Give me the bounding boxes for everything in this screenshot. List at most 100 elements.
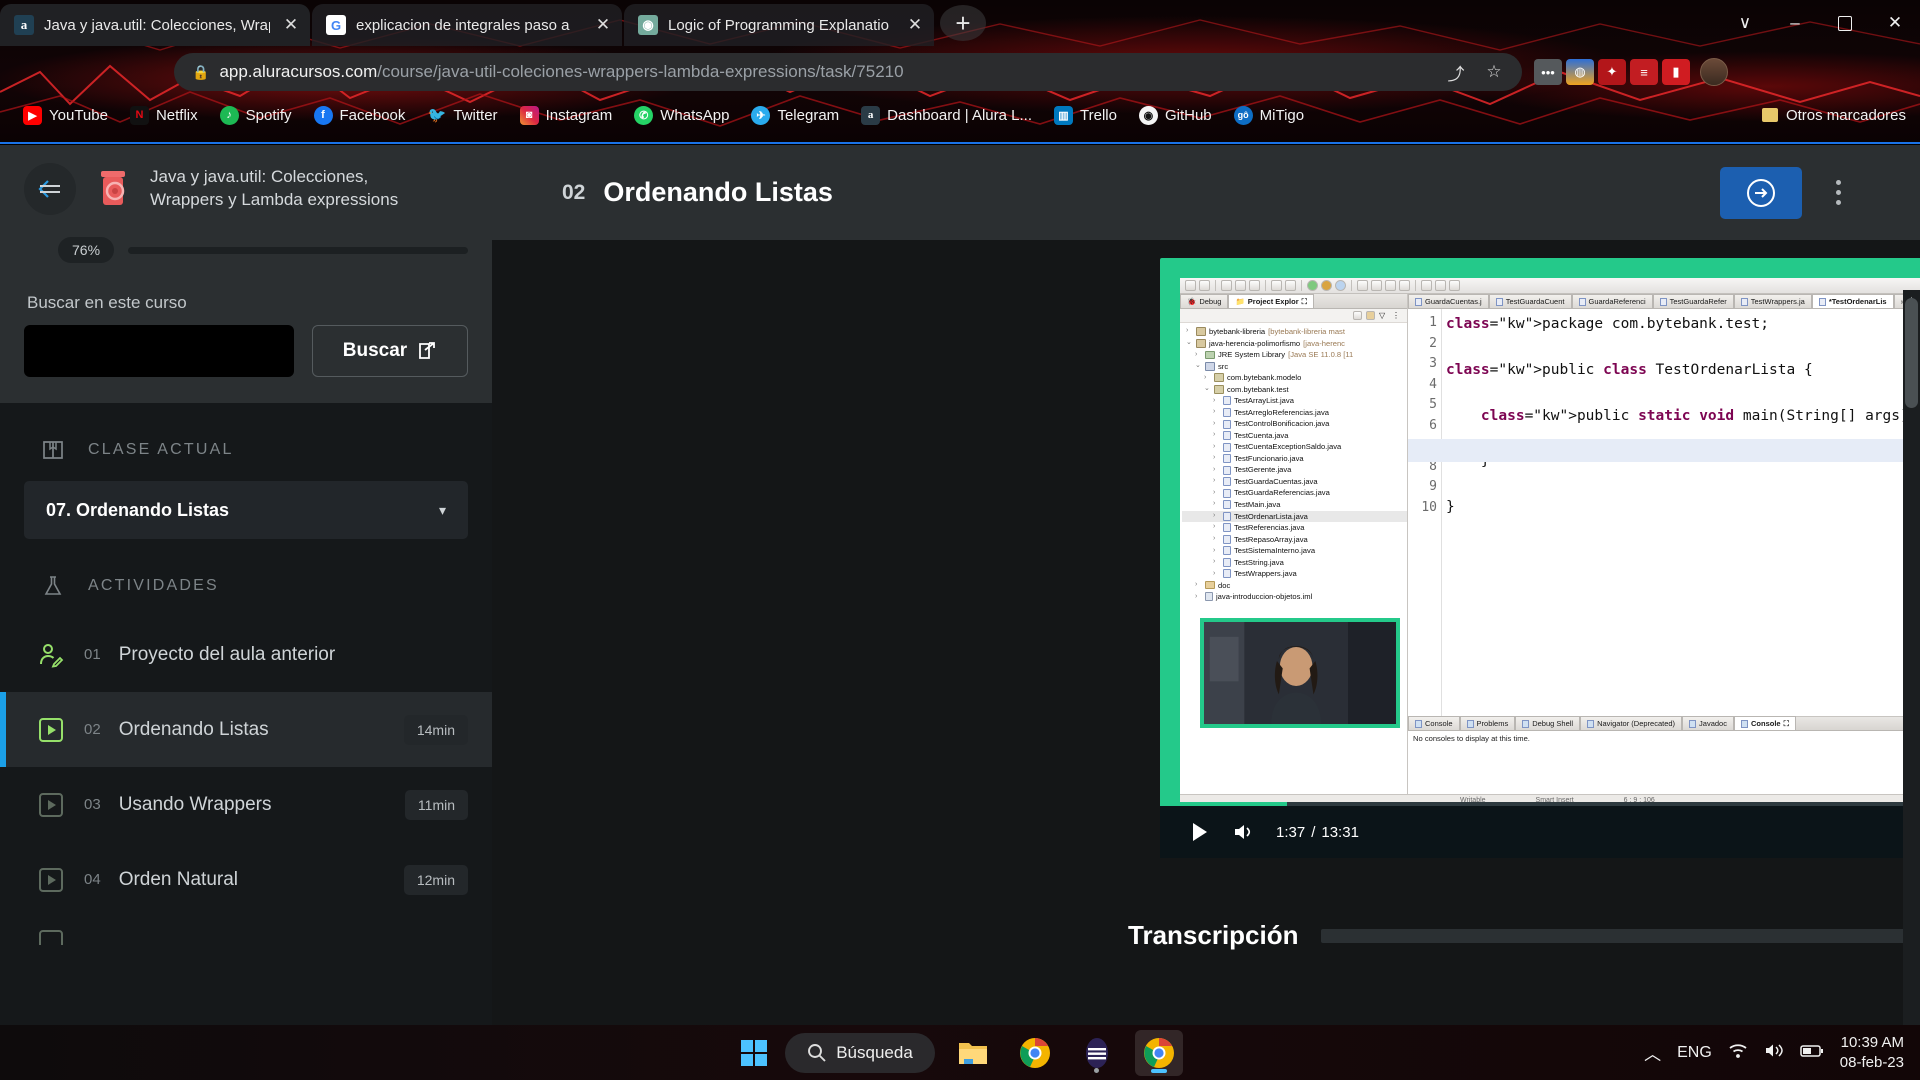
bookmark-spotify[interactable]: ♪ Spotify: [211, 103, 301, 128]
browser-tab-3[interactable]: ◉ Logic of Programming Explanatio ✕: [624, 4, 934, 46]
kebab-menu-icon[interactable]: [1816, 180, 1860, 205]
bookmark-alura-dashboard[interactable]: a Dashboard | Alura L...: [852, 103, 1041, 128]
close-icon[interactable]: ✕: [904, 15, 926, 35]
close-icon[interactable]: ✕: [280, 15, 302, 35]
tree-node[interactable]: › TestOrdenarLista.java: [1182, 510, 1407, 523]
tree-node[interactable]: › com.bytebank.modelo: [1182, 372, 1407, 384]
tree-node[interactable]: › TestControlBonificacion.java: [1182, 418, 1407, 430]
tree-node[interactable]: › TestSistemaInterno.java: [1182, 545, 1407, 557]
tree-node[interactable]: › TestCuenta.java: [1182, 430, 1407, 442]
console-tab[interactable]: Navigator (Deprecated): [1580, 716, 1683, 730]
tree-node[interactable]: › TestGuardaCuentas.java: [1182, 476, 1407, 488]
chevron-up-icon[interactable]: ︿: [1644, 1040, 1661, 1065]
tree-node[interactable]: › TestArrayList.java: [1182, 395, 1407, 407]
close-window-button[interactable]: ✕: [1870, 0, 1920, 46]
source-code[interactable]: class="kw">package com.bytebank.test; cl…: [1442, 309, 1920, 716]
editor-tab[interactable]: GuardaReferenci: [1571, 294, 1653, 308]
sidebar-item-usando-wrappers[interactable]: 03 Usando Wrappers 11min: [0, 767, 492, 842]
maximize-button[interactable]: [1820, 0, 1870, 46]
editor-tab[interactable]: GuardaCuentas.j: [1408, 294, 1489, 308]
taskbar-file-explorer[interactable]: [949, 1030, 997, 1076]
tree-node[interactable]: › TestFuncionario.java: [1182, 453, 1407, 465]
speaker-icon[interactable]: [1764, 1042, 1784, 1064]
next-lesson-button[interactable]: [1720, 166, 1802, 219]
tree-node[interactable]: › TestGerente.java: [1182, 464, 1407, 476]
tree-node[interactable]: › JRE System Library [Java SE 11.0.8 [11: [1182, 349, 1407, 361]
tree-node[interactable]: › TestArregloReferencias.java: [1182, 407, 1407, 419]
taskbar-eclipse[interactable]: [1073, 1030, 1121, 1076]
taskbar-clock[interactable]: 10:39 AM 08-feb-23: [1840, 1033, 1904, 1073]
editor-tab[interactable]: TestWrappers.ja: [1733, 294, 1812, 308]
profile-avatar[interactable]: [1700, 58, 1728, 86]
share-icon[interactable]: ⤴: [1442, 60, 1470, 85]
editor-tabs[interactable]: GuardaCuentas.j TestGuardaCuent GuardaRefe…: [1408, 294, 1920, 309]
project-tree[interactable]: › bytebank-libreria [bytebank-libreria ma…: [1180, 323, 1407, 806]
tree-node[interactable]: ⌄ java-herencia-polimorfismo [java-herenc: [1182, 338, 1407, 350]
star-icon[interactable]: ☆: [1480, 62, 1508, 82]
page-scrollbar[interactable]: ▲ ▼: [1903, 290, 1920, 1080]
search-input[interactable]: [24, 325, 294, 377]
extension-red-icon[interactable]: ✦: [1598, 59, 1626, 85]
editor-tab[interactable]: *TestOrdenarLis: [1811, 294, 1894, 308]
scrollbar-thumb[interactable]: [1905, 298, 1918, 408]
tree-node[interactable]: › TestString.java: [1182, 557, 1407, 569]
browser-tab-2[interactable]: G explicacion de integrales paso a ✕: [312, 4, 622, 46]
extension-list-icon[interactable]: ≡: [1630, 59, 1658, 85]
extension-book-icon[interactable]: ▮: [1662, 59, 1690, 85]
seek-bar[interactable]: [1160, 802, 1920, 806]
tree-node[interactable]: › TestReferencias.java: [1182, 522, 1407, 534]
extension-grey-icon[interactable]: •••: [1534, 59, 1562, 85]
bookmark-whatsapp[interactable]: ✆ WhatsApp: [625, 103, 738, 128]
console-tabs[interactable]: Console Problems Debug Shell Navigator (Dep…: [1408, 716, 1920, 731]
taskbar-search[interactable]: Búsqueda: [785, 1032, 935, 1073]
sidebar-item-proyecto-aula-anterior[interactable]: 01 Proyecto del aula anterior: [0, 617, 492, 692]
console-tab[interactable]: Debug Shell: [1515, 716, 1581, 730]
tree-node[interactable]: › bytebank-libreria [bytebank-libreria ma…: [1182, 326, 1407, 338]
console-tab[interactable]: Console ⛶: [1733, 716, 1796, 730]
code-editor[interactable]: 12345678910 class="kw">package com.byteb…: [1408, 309, 1920, 716]
wifi-icon[interactable]: [1728, 1042, 1748, 1064]
video-player[interactable]: 🔍 🐞Debug 📁Project Explor⛶: [1160, 258, 1920, 858]
bookmark-youtube[interactable]: ▶ YouTube: [14, 103, 117, 128]
address-bar[interactable]: 🔒 app.aluracursos.com/course/java-util-c…: [174, 53, 1522, 91]
editor-tab[interactable]: TestGuardaRefer: [1652, 294, 1734, 308]
windows-start-icon[interactable]: [737, 1036, 771, 1070]
sidebar-item-orden-natural[interactable]: 04 Orden Natural 12min: [0, 842, 492, 917]
console-tab[interactable]: Javadoc: [1682, 716, 1734, 730]
tab-debug[interactable]: 🐞 Debug: [1180, 294, 1229, 308]
tree-node[interactable]: ⌄ src: [1182, 361, 1407, 373]
console-tab[interactable]: Console: [1408, 716, 1460, 730]
other-bookmarks-button[interactable]: Otros marcadores: [1761, 107, 1906, 124]
tree-node[interactable]: › doc: [1182, 580, 1407, 592]
search-button[interactable]: Buscar: [312, 325, 468, 377]
back-arrow-icon[interactable]: [24, 163, 76, 215]
close-icon[interactable]: ✕: [592, 15, 614, 35]
language-indicator[interactable]: ENG: [1677, 1044, 1712, 1062]
extension-globe-icon[interactable]: ◍: [1566, 59, 1594, 85]
chevron-down-icon[interactable]: ▾: [439, 502, 446, 519]
tab-project-explorer[interactable]: 📁 Project Explor ⛶: [1228, 294, 1314, 308]
bookmark-instagram[interactable]: ◙ Instagram: [511, 103, 622, 128]
current-class-dropdown[interactable]: 07. Ordenando Listas ▾: [24, 481, 468, 539]
new-tab-button[interactable]: +: [940, 5, 986, 41]
play-icon[interactable]: [1178, 810, 1222, 854]
tab-search-icon[interactable]: ∨: [1720, 0, 1770, 46]
tree-node[interactable]: › java-introduccion-objetos.iml: [1182, 591, 1407, 603]
sidebar-item-ordenando-listas[interactable]: 02 Ordenando Listas 14min: [0, 692, 492, 767]
battery-icon[interactable]: [1800, 1043, 1824, 1063]
bookmark-trello[interactable]: ▥ Trello: [1045, 103, 1126, 128]
tree-node[interactable]: ⌄ com.bytebank.test: [1182, 384, 1407, 396]
console-tab[interactable]: Problems: [1459, 716, 1516, 730]
editor-tab[interactable]: TestGuardaCuent: [1488, 294, 1572, 308]
bookmark-twitter[interactable]: 🐦 Twitter: [418, 103, 506, 128]
browser-tab-1[interactable]: a Java y java.util: Colecciones, Wrap ✕: [0, 4, 310, 46]
sidebar-item-partial[interactable]: [0, 917, 492, 957]
volume-icon[interactable]: [1222, 810, 1266, 854]
bookmark-facebook[interactable]: f Facebook: [305, 103, 415, 128]
tree-node[interactable]: › TestCuentaExceptionSaldo.java: [1182, 441, 1407, 453]
bookmark-telegram[interactable]: ✈ Telegram: [742, 103, 848, 128]
minimize-button[interactable]: –: [1770, 0, 1820, 46]
tree-node[interactable]: › TestMain.java: [1182, 499, 1407, 511]
taskbar-chrome[interactable]: [1011, 1030, 1059, 1076]
bookmark-mitigo[interactable]: gô MiTigo: [1225, 103, 1313, 128]
